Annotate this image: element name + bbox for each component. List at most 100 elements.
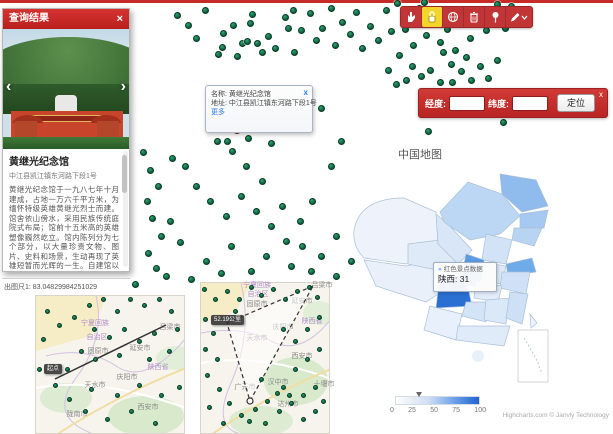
- inset2-poi-marker[interactable]: [305, 357, 310, 362]
- inset1-poi-marker[interactable]: [87, 303, 92, 308]
- delete-button[interactable]: [464, 7, 485, 27]
- inset2-poi-marker[interactable]: [277, 409, 282, 414]
- poi-marker[interactable]: [147, 167, 154, 174]
- poi-marker[interactable]: [169, 155, 176, 162]
- province-shape[interactable]: [482, 234, 512, 264]
- poi-marker[interactable]: [193, 35, 200, 42]
- inset2-poi-marker[interactable]: [205, 373, 210, 378]
- poi-marker[interactable]: [425, 128, 432, 135]
- inset2-poi-marker[interactable]: [249, 285, 254, 290]
- inset2-poi-marker[interactable]: [221, 421, 226, 426]
- poi-marker[interactable]: [219, 44, 226, 51]
- inset1-poi-marker[interactable]: [37, 367, 42, 372]
- poi-marker[interactable]: [144, 198, 151, 205]
- inset2-poi-marker[interactable]: [213, 297, 218, 302]
- panel-scrollbar-track[interactable]: [123, 151, 128, 267]
- poi-marker[interactable]: [174, 12, 181, 19]
- inset2-poi-marker[interactable]: [203, 347, 208, 352]
- poi-marker[interactable]: [333, 233, 340, 240]
- poi-marker[interactable]: [418, 73, 425, 80]
- poi-marker[interactable]: [163, 273, 170, 280]
- poi-marker[interactable]: [272, 45, 279, 52]
- inset2-poi-marker[interactable]: [321, 399, 326, 404]
- poi-marker[interactable]: [385, 67, 392, 74]
- poi-marker[interactable]: [396, 52, 403, 59]
- poi-marker[interactable]: [279, 203, 286, 210]
- poi-marker[interactable]: [477, 63, 484, 70]
- inset2-poi-marker[interactable]: [247, 419, 252, 424]
- panel-scrollbar-thumb[interactable]: [122, 155, 127, 193]
- poi-marker[interactable]: [309, 198, 316, 205]
- inset1-poi-marker[interactable]: [137, 383, 142, 388]
- province-shape[interactable]: [530, 314, 537, 328]
- inset1-poi-marker[interactable]: [147, 357, 152, 362]
- inset2-poi-marker[interactable]: [307, 285, 312, 290]
- inset2-poi-marker[interactable]: [301, 393, 306, 398]
- inset1-poi-marker[interactable]: [152, 331, 157, 336]
- poi-marker[interactable]: [290, 7, 297, 14]
- province-shape[interactable]: [472, 350, 484, 362]
- poi-marker[interactable]: [265, 33, 272, 40]
- poi-marker[interactable]: [427, 67, 434, 74]
- poi-marker[interactable]: [485, 75, 492, 82]
- province-shape[interactable]: [484, 298, 510, 324]
- poi-marker[interactable]: [220, 30, 227, 37]
- inset2-poi-marker[interactable]: [275, 391, 280, 396]
- inset2-poi-marker[interactable]: [289, 401, 294, 406]
- poi-marker[interactable]: [188, 276, 195, 283]
- inset2-poi-marker[interactable]: [317, 315, 322, 320]
- poi-marker[interactable]: [328, 5, 335, 12]
- poi-marker[interactable]: [318, 105, 325, 112]
- inset2-poi-marker[interactable]: [263, 421, 268, 426]
- poi-marker[interactable]: [248, 268, 255, 275]
- poi-marker[interactable]: [283, 238, 290, 245]
- poi-marker[interactable]: [243, 163, 250, 170]
- inset2-poi-marker[interactable]: [211, 331, 216, 336]
- poi-marker[interactable]: [458, 68, 465, 75]
- inset1-poi-marker[interactable]: [89, 387, 94, 392]
- inset1-poi-marker[interactable]: [65, 367, 70, 372]
- inset1-poi-marker[interactable]: [117, 353, 122, 358]
- poi-marker[interactable]: [253, 208, 260, 215]
- poi-marker[interactable]: [238, 193, 245, 200]
- inset1-poi-marker[interactable]: [167, 349, 172, 354]
- longitude-input[interactable]: [449, 96, 485, 111]
- province-shape[interactable]: [520, 210, 548, 228]
- poi-marker[interactable]: [177, 239, 184, 246]
- inset2-poi-marker[interactable]: [239, 413, 244, 418]
- poi-marker[interactable]: [291, 49, 298, 56]
- poi-marker[interactable]: [218, 270, 225, 277]
- inset1-poi-marker[interactable]: [153, 421, 158, 426]
- poi-marker[interactable]: [313, 37, 320, 44]
- inset1-poi-marker[interactable]: [142, 303, 147, 308]
- inset1-poi-marker[interactable]: [159, 393, 164, 398]
- inset1-poi-marker[interactable]: [67, 397, 72, 402]
- inset2-poi-marker[interactable]: [305, 327, 310, 332]
- inset2-poi-marker[interactable]: [313, 385, 318, 390]
- inset1-poi-marker[interactable]: [79, 349, 84, 354]
- poi-marker[interactable]: [383, 7, 390, 14]
- poi-marker[interactable]: [339, 19, 346, 26]
- locate-button[interactable]: 定位: [557, 94, 595, 112]
- poi-marker[interactable]: [297, 218, 304, 225]
- inset2-poi-marker[interactable]: [317, 347, 322, 352]
- poi-marker[interactable]: [288, 263, 295, 270]
- poi-marker[interactable]: [449, 79, 456, 86]
- latitude-input[interactable]: [512, 96, 548, 111]
- marker-lock-button[interactable]: [422, 7, 443, 27]
- inset2-poi-marker[interactable]: [202, 287, 207, 292]
- poi-marker[interactable]: [244, 38, 251, 45]
- poi-marker[interactable]: [167, 218, 174, 225]
- photo-prev-arrow[interactable]: ‹: [6, 79, 11, 95]
- inset2-poi-marker[interactable]: [237, 297, 242, 302]
- poi-marker[interactable]: [332, 42, 339, 49]
- inset2-poi-marker[interactable]: [259, 377, 264, 382]
- inset2-poi-marker[interactable]: [301, 417, 306, 422]
- inset2-poi-marker[interactable]: [265, 399, 270, 404]
- inset1-poi-marker[interactable]: [157, 297, 162, 302]
- inset1-poi-marker[interactable]: [93, 357, 98, 362]
- poi-marker[interactable]: [437, 39, 444, 46]
- poi-marker[interactable]: [452, 47, 459, 54]
- poi-marker[interactable]: [229, 148, 236, 155]
- inset2-poi-marker[interactable]: [227, 401, 232, 406]
